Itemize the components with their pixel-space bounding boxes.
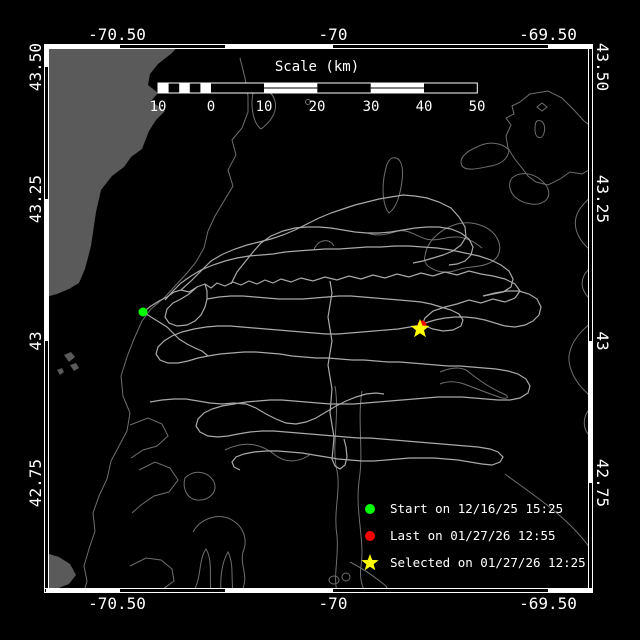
bathymetry-contour: [439, 367, 508, 399]
land-mass: [49, 553, 76, 588]
bathymetry-contour: [129, 557, 175, 588]
lat-tick-label-right: 43.50: [593, 42, 612, 92]
scale-bar: [157, 82, 478, 94]
drifter-track: [149, 392, 385, 425]
legend-yellow-star-icon: [361, 554, 379, 571]
legend-markers: [361, 504, 379, 571]
scale-bar-number: 40: [415, 99, 433, 115]
bathymetry-contour: [460, 142, 510, 170]
land-mass: [70, 363, 79, 371]
bathymetry-contour: [505, 90, 588, 186]
drifter-track: [231, 430, 504, 471]
bathymetry-contour: [382, 157, 404, 214]
lat-tick-label-left: 43: [26, 331, 45, 351]
bathymetry-contour: [334, 385, 339, 588]
land-mass: [49, 49, 176, 297]
lon-tick-label-bottom: -70: [318, 594, 348, 613]
map-window: -70.50 -70.50 -70 -70 -69.50 -69.50 43.50 43.50…: [0, 0, 640, 640]
legend-last-label: Last on 01/27/26 12:55: [390, 528, 556, 543]
scale-bar-cell: [179, 83, 190, 93]
scale-bar-cell: [158, 83, 169, 93]
scale-bar-number: 10: [255, 99, 273, 115]
scale-bar-number: 20: [308, 99, 326, 115]
legend-selected-label: Selected on 01/27/26 12:25: [390, 555, 586, 570]
land-mass: [64, 352, 75, 362]
land-mass: [57, 368, 64, 375]
drifter-track: [180, 194, 467, 291]
drifter-track: [155, 324, 423, 364]
drifter-track: [164, 245, 514, 301]
scale-bar-cell: [200, 83, 211, 93]
legend-start-label: Start on 12/16/25 15:25: [390, 501, 564, 516]
lat-tick-label-right: 42.75: [593, 458, 612, 508]
lon-tick-label-top: -70: [318, 25, 348, 44]
selected-marker-star-icon[interactable]: [410, 319, 430, 338]
scale-bar-number: 50: [468, 99, 486, 115]
scale-bar-number: 10: [149, 99, 167, 115]
bathymetry-contour: [131, 461, 179, 514]
lat-tick-label-right: 43.25: [593, 174, 612, 224]
bathymetry-contour: [183, 471, 216, 501]
legend-red-dot-icon: [365, 531, 375, 541]
scale-bar-number: 30: [362, 99, 380, 115]
track-markers-layer: [138, 307, 430, 338]
lon-tick-label-top: -70.50: [88, 25, 146, 44]
bathymetry-contour: [574, 198, 588, 249]
lon-tick-label-top: -69.50: [519, 25, 577, 44]
lon-tick-label-bottom: -69.50: [519, 594, 577, 613]
legend-green-dot-icon: [365, 504, 375, 514]
bathymetry-contour: [328, 572, 351, 585]
lat-tick-label-left: 43.25: [26, 174, 45, 224]
lat-tick-label-left: 43.50: [26, 42, 45, 92]
scale-bar-number: 0: [206, 99, 216, 115]
bathymetry-contour: [581, 269, 588, 298]
bathymetry-contour: [129, 417, 169, 459]
lon-tick-label-bottom: -70.50: [88, 594, 146, 613]
lat-tick-label-left: 42.75: [26, 458, 45, 508]
drifter-track: [424, 290, 542, 328]
drifter-track: [327, 280, 348, 470]
bathymetry-contour: [534, 120, 546, 139]
land-layer: [49, 49, 176, 588]
scale-bar-title: Scale (km): [274, 59, 360, 75]
lat-tick-label-right: 43: [593, 331, 612, 351]
drifter-tracks-layer: [142, 194, 542, 471]
map-canvas: [44, 44, 593, 593]
start-marker[interactable]: [138, 307, 148, 317]
bathymetry-contour: [509, 173, 550, 205]
bathymetry-contour: [536, 102, 548, 112]
bathymetry-contour: [192, 516, 246, 588]
